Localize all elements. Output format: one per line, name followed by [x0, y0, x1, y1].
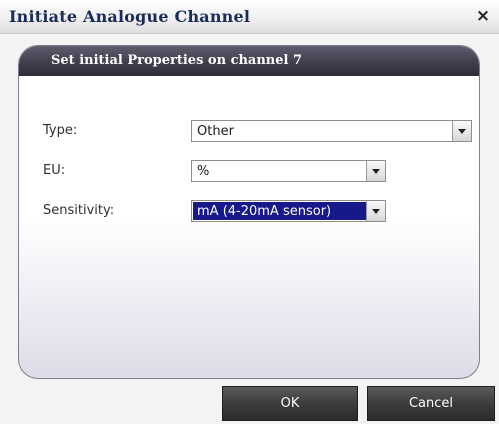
panel-header: Set initial Properties on channel 7 — [19, 46, 479, 76]
sensitivity-select[interactable]: mA (4-20mA sensor) — [191, 200, 386, 222]
cancel-button[interactable]: Cancel — [367, 386, 495, 421]
ok-button[interactable]: OK — [222, 386, 358, 421]
type-label: Type: — [43, 123, 78, 138]
eu-label: EU: — [43, 163, 66, 178]
chevron-down-icon[interactable] — [366, 201, 385, 221]
eu-select-value: % — [197, 164, 210, 179]
eu-select[interactable]: % — [191, 160, 386, 182]
title-bar[interactable]: Initiate Analogue Channel × — [0, 0, 499, 34]
chevron-down-icon[interactable] — [452, 121, 471, 141]
sensitivity-label: Sensitivity: — [43, 203, 115, 218]
type-select-value: Other — [197, 124, 234, 139]
window-title: Initiate Analogue Channel — [9, 7, 251, 26]
type-select[interactable]: Other — [191, 120, 472, 142]
initiate-analogue-channel-dialog: Initiate Analogue Channel × Set initial … — [0, 0, 499, 424]
close-icon[interactable]: × — [473, 5, 493, 27]
chevron-down-icon[interactable] — [366, 161, 385, 181]
panel-title: Set initial Properties on channel 7 — [51, 53, 303, 68]
sensitivity-select-value: mA (4-20mA sensor) — [197, 204, 332, 219]
properties-panel: Set initial Properties on channel 7 Type… — [18, 45, 480, 379]
